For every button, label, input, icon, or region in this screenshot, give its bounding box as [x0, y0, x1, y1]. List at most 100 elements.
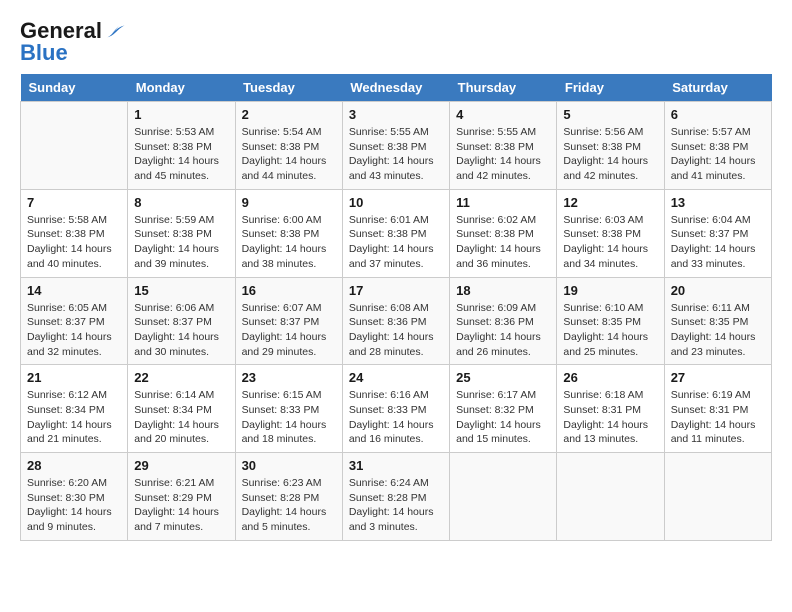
day-number: 12: [563, 195, 657, 210]
calendar-cell: 9 Sunrise: 6:00 AMSunset: 8:38 PMDaylight…: [235, 189, 342, 277]
calendar-cell: 27 Sunrise: 6:19 AMSunset: 8:31 PMDayligh…: [664, 365, 771, 453]
calendar-cell: 12Sunrise: 6:03 AMSunset: 8:38 PMDayligh…: [557, 189, 664, 277]
day-info: Sunrise: 6:24 AMSunset: 8:28 PMDaylight:…: [349, 476, 443, 535]
day-info: Sunrise: 6:17 AMSunset: 8:32 PMDaylight:…: [456, 388, 550, 447]
day-number: 4: [456, 107, 550, 122]
calendar-cell: 5 Sunrise: 5:56 AMSunset: 8:38 PMDaylight…: [557, 102, 664, 190]
calendar-cell: 17 Sunrise: 6:08 AMSunset: 8:36 PMDayligh…: [342, 277, 449, 365]
header-monday: Monday: [128, 74, 235, 102]
day-info: Sunrise: 5:53 AMSunset: 8:38 PMDaylight:…: [134, 125, 228, 184]
day-info: Sunrise: 6:12 AMSunset: 8:34 PMDaylight:…: [27, 388, 121, 447]
day-number: 20: [671, 283, 765, 298]
calendar-week-row: 21 Sunrise: 6:12 AMSunset: 8:34 PMDayligh…: [21, 365, 772, 453]
day-info: Sunrise: 5:59 AMSunset: 8:38 PMDaylight:…: [134, 213, 228, 272]
day-number: 15: [134, 283, 228, 298]
day-info: Sunrise: 5:55 AMSunset: 8:38 PMDaylight:…: [456, 125, 550, 184]
calendar-cell: 31 Sunrise: 6:24 AMSunset: 8:28 PMDayligh…: [342, 453, 449, 541]
day-number: 2: [242, 107, 336, 122]
day-number: 25: [456, 370, 550, 385]
day-number: 14: [27, 283, 121, 298]
calendar-cell: 1 Sunrise: 5:53 AMSunset: 8:38 PMDaylight…: [128, 102, 235, 190]
calendar-week-row: 1 Sunrise: 5:53 AMSunset: 8:38 PMDaylight…: [21, 102, 772, 190]
calendar-cell: 15 Sunrise: 6:06 AMSunset: 8:37 PMDayligh…: [128, 277, 235, 365]
calendar-cell: 11Sunrise: 6:02 AMSunset: 8:38 PMDayligh…: [450, 189, 557, 277]
header-thursday: Thursday: [450, 74, 557, 102]
day-info: Sunrise: 6:06 AMSunset: 8:37 PMDaylight:…: [134, 301, 228, 360]
day-info: Sunrise: 6:11 AMSunset: 8:35 PMDaylight:…: [671, 301, 765, 360]
day-number: 6: [671, 107, 765, 122]
day-info: Sunrise: 6:09 AMSunset: 8:36 PMDaylight:…: [456, 301, 550, 360]
header-wednesday: Wednesday: [342, 74, 449, 102]
day-info: Sunrise: 5:54 AMSunset: 8:38 PMDaylight:…: [242, 125, 336, 184]
day-number: 31: [349, 458, 443, 473]
day-info: Sunrise: 6:07 AMSunset: 8:37 PMDaylight:…: [242, 301, 336, 360]
day-info: Sunrise: 6:08 AMSunset: 8:36 PMDaylight:…: [349, 301, 443, 360]
logo-general-text: General: [20, 20, 102, 42]
calendar-cell: 29Sunrise: 6:21 AMSunset: 8:29 PMDayligh…: [128, 453, 235, 541]
calendar-week-row: 14 Sunrise: 6:05 AMSunset: 8:37 PMDayligh…: [21, 277, 772, 365]
calendar-cell: 23 Sunrise: 6:15 AMSunset: 8:33 PMDayligh…: [235, 365, 342, 453]
day-number: 27: [671, 370, 765, 385]
calendar-header-row: SundayMondayTuesdayWednesdayThursdayFrid…: [21, 74, 772, 102]
day-info: Sunrise: 6:10 AMSunset: 8:35 PMDaylight:…: [563, 301, 657, 360]
calendar-week-row: 28Sunrise: 6:20 AMSunset: 8:30 PMDayligh…: [21, 453, 772, 541]
header-saturday: Saturday: [664, 74, 771, 102]
calendar-cell: 19 Sunrise: 6:10 AMSunset: 8:35 PMDayligh…: [557, 277, 664, 365]
header-friday: Friday: [557, 74, 664, 102]
day-info: Sunrise: 5:56 AMSunset: 8:38 PMDaylight:…: [563, 125, 657, 184]
day-number: 3: [349, 107, 443, 122]
calendar-cell: 20 Sunrise: 6:11 AMSunset: 8:35 PMDayligh…: [664, 277, 771, 365]
day-info: Sunrise: 5:58 AMSunset: 8:38 PMDaylight:…: [27, 213, 121, 272]
calendar-cell: 7Sunrise: 5:58 AMSunset: 8:38 PMDaylight…: [21, 189, 128, 277]
calendar-cell: 3 Sunrise: 5:55 AMSunset: 8:38 PMDaylight…: [342, 102, 449, 190]
calendar-cell: 18 Sunrise: 6:09 AMSunset: 8:36 PMDayligh…: [450, 277, 557, 365]
calendar-cell: 22Sunrise: 6:14 AMSunset: 8:34 PMDayligh…: [128, 365, 235, 453]
calendar-week-row: 7Sunrise: 5:58 AMSunset: 8:38 PMDaylight…: [21, 189, 772, 277]
calendar-cell: 4 Sunrise: 5:55 AMSunset: 8:38 PMDaylight…: [450, 102, 557, 190]
calendar-cell: 21 Sunrise: 6:12 AMSunset: 8:34 PMDayligh…: [21, 365, 128, 453]
calendar-cell: [21, 102, 128, 190]
logo-blue-text: Blue: [20, 42, 68, 64]
day-number: 21: [27, 370, 121, 385]
day-info: Sunrise: 6:01 AMSunset: 8:38 PMDaylight:…: [349, 213, 443, 272]
day-number: 23: [242, 370, 336, 385]
day-number: 1: [134, 107, 228, 122]
day-number: 18: [456, 283, 550, 298]
calendar-cell: 28Sunrise: 6:20 AMSunset: 8:30 PMDayligh…: [21, 453, 128, 541]
day-info: Sunrise: 6:00 AMSunset: 8:38 PMDaylight:…: [242, 213, 336, 272]
day-info: Sunrise: 6:21 AMSunset: 8:29 PMDaylight:…: [134, 476, 228, 535]
day-info: Sunrise: 6:04 AMSunset: 8:37 PMDaylight:…: [671, 213, 765, 272]
calendar-cell: [664, 453, 771, 541]
day-info: Sunrise: 6:05 AMSunset: 8:37 PMDaylight:…: [27, 301, 121, 360]
calendar-cell: [450, 453, 557, 541]
calendar-cell: 25 Sunrise: 6:17 AMSunset: 8:32 PMDayligh…: [450, 365, 557, 453]
day-info: Sunrise: 6:23 AMSunset: 8:28 PMDaylight:…: [242, 476, 336, 535]
day-info: Sunrise: 6:16 AMSunset: 8:33 PMDaylight:…: [349, 388, 443, 447]
day-number: 5: [563, 107, 657, 122]
calendar-cell: 6 Sunrise: 5:57 AMSunset: 8:38 PMDaylight…: [664, 102, 771, 190]
calendar-cell: [557, 453, 664, 541]
day-number: 9: [242, 195, 336, 210]
day-info: Sunrise: 5:55 AMSunset: 8:38 PMDaylight:…: [349, 125, 443, 184]
logo: General Blue: [20, 20, 126, 64]
day-number: 16: [242, 283, 336, 298]
calendar-cell: 2 Sunrise: 5:54 AMSunset: 8:38 PMDaylight…: [235, 102, 342, 190]
day-number: 26: [563, 370, 657, 385]
header-tuesday: Tuesday: [235, 74, 342, 102]
day-info: Sunrise: 6:20 AMSunset: 8:30 PMDaylight:…: [27, 476, 121, 535]
day-number: 19: [563, 283, 657, 298]
day-number: 17: [349, 283, 443, 298]
day-info: Sunrise: 6:19 AMSunset: 8:31 PMDaylight:…: [671, 388, 765, 447]
day-info: Sunrise: 5:57 AMSunset: 8:38 PMDaylight:…: [671, 125, 765, 184]
calendar-cell: 8 Sunrise: 5:59 AMSunset: 8:38 PMDaylight…: [128, 189, 235, 277]
day-number: 8: [134, 195, 228, 210]
day-number: 11: [456, 195, 550, 210]
header-sunday: Sunday: [21, 74, 128, 102]
calendar-cell: 14 Sunrise: 6:05 AMSunset: 8:37 PMDayligh…: [21, 277, 128, 365]
logo-bird-icon: [106, 24, 126, 40]
day-info: Sunrise: 6:18 AMSunset: 8:31 PMDaylight:…: [563, 388, 657, 447]
day-number: 24: [349, 370, 443, 385]
day-number: 30: [242, 458, 336, 473]
day-info: Sunrise: 6:15 AMSunset: 8:33 PMDaylight:…: [242, 388, 336, 447]
calendar-cell: 16 Sunrise: 6:07 AMSunset: 8:37 PMDayligh…: [235, 277, 342, 365]
